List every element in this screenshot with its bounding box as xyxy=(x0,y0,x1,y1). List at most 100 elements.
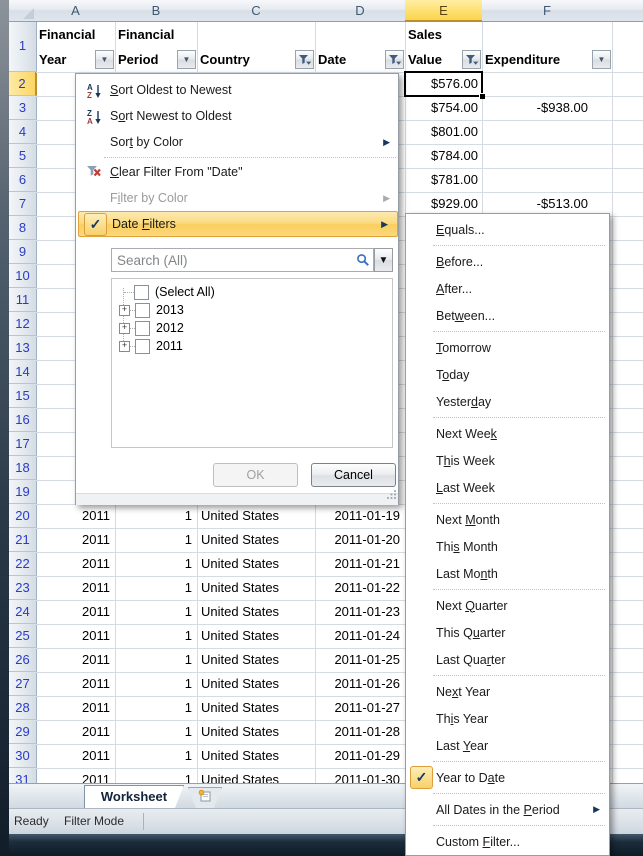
cell-C28[interactable]: United States xyxy=(201,696,311,720)
cell-B30[interactable]: 1 xyxy=(117,744,192,768)
cell-A23[interactable]: 2011 xyxy=(38,576,110,600)
cell-A24[interactable]: 2011 xyxy=(38,600,110,624)
cell-B27[interactable]: 1 xyxy=(117,672,192,696)
cell-D31[interactable]: 2011-01-30 xyxy=(317,768,400,783)
submenu-item-next-week[interactable]: Next Week xyxy=(407,420,609,447)
row-header-27[interactable]: 27 xyxy=(9,672,37,696)
submenu-item-next-year[interactable]: Next Year xyxy=(407,678,609,705)
menu-item-clear-filter-from-date[interactable]: Clear Filter From "Date" xyxy=(77,159,399,185)
cell-D23[interactable]: 2011-01-22 xyxy=(317,576,400,600)
cell-B22[interactable]: 1 xyxy=(117,552,192,576)
row-header-21[interactable]: 21 xyxy=(9,528,37,552)
cell-C24[interactable]: United States xyxy=(201,600,311,624)
row-header-19[interactable]: 19 xyxy=(9,480,37,504)
tree-expand-icon[interactable]: + xyxy=(119,341,130,352)
submenu-item-last-month[interactable]: Last Month xyxy=(407,560,609,587)
menu-item-sort-by-color[interactable]: Sort by Color▶ xyxy=(77,129,399,155)
submenu-item-year-to-date[interactable]: ✓Year to Date xyxy=(407,764,609,791)
cell-D26[interactable]: 2011-01-25 xyxy=(317,648,400,672)
row-header-6[interactable]: 6 xyxy=(9,168,37,192)
cell-A25[interactable]: 2011 xyxy=(38,624,110,648)
menu-resize-strip[interactable] xyxy=(76,493,398,505)
submenu-item-this-month[interactable]: This Month xyxy=(407,533,609,560)
cell-C27[interactable]: United States xyxy=(201,672,311,696)
row-header-31[interactable]: 31 xyxy=(9,768,37,783)
filter-button-expenditure[interactable]: ▼ xyxy=(592,50,611,69)
cell-E6[interactable]: $781.00 xyxy=(407,168,478,192)
row-header-3[interactable]: 3 xyxy=(9,96,37,120)
submenu-item-after[interactable]: After... xyxy=(407,275,609,302)
cell-C22[interactable]: United States xyxy=(201,552,311,576)
submenu-item-last-year[interactable]: Last Year xyxy=(407,732,609,759)
filter-button-value[interactable] xyxy=(462,50,481,69)
cell-D29[interactable]: 2011-01-28 xyxy=(317,720,400,744)
checkbox-2011[interactable] xyxy=(135,339,150,354)
cell-D27[interactable]: 2011-01-26 xyxy=(317,672,400,696)
row-header-20[interactable]: 20 xyxy=(9,504,37,528)
row-header-8[interactable]: 8 xyxy=(9,216,37,240)
cell-D22[interactable]: 2011-01-21 xyxy=(317,552,400,576)
row-header-25[interactable]: 25 xyxy=(9,624,37,648)
cell-A21[interactable]: 2011 xyxy=(38,528,110,552)
filter-button-year[interactable]: ▼ xyxy=(95,50,114,69)
cell-D24[interactable]: 2011-01-23 xyxy=(317,600,400,624)
submenu-item-next-quarter[interactable]: Next Quarter xyxy=(407,592,609,619)
submenu-item-tomorrow[interactable]: Tomorrow xyxy=(407,334,609,361)
search-dropdown-button[interactable]: ▼ xyxy=(374,248,393,272)
cell-B24[interactable]: 1 xyxy=(117,600,192,624)
select-all-corner[interactable] xyxy=(9,0,37,22)
cell-E3[interactable]: $754.00 xyxy=(407,96,478,120)
row-header-15[interactable]: 15 xyxy=(9,384,37,408)
row-header-7[interactable]: 7 xyxy=(9,192,37,216)
cell-C20[interactable]: United States xyxy=(201,504,311,528)
cell-A28[interactable]: 2011 xyxy=(38,696,110,720)
cancel-button[interactable]: Cancel xyxy=(311,463,396,487)
cell-A31[interactable]: 2011 xyxy=(38,768,110,783)
row-header-29[interactable]: 29 xyxy=(9,720,37,744)
cell-D20[interactable]: 2011-01-19 xyxy=(317,504,400,528)
row-header-28[interactable]: 28 xyxy=(9,696,37,720)
column-header-A[interactable]: A xyxy=(36,0,116,22)
filter-button-country[interactable] xyxy=(295,50,314,69)
row-header-14[interactable]: 14 xyxy=(9,360,37,384)
cell-B21[interactable]: 1 xyxy=(117,528,192,552)
submenu-item-all-dates-in-the-period[interactable]: All Dates in the Period▶ xyxy=(407,796,609,823)
ok-button[interactable]: OK xyxy=(213,463,298,487)
cell-B26[interactable]: 1 xyxy=(117,648,192,672)
submenu-item-next-month[interactable]: Next Month xyxy=(407,506,609,533)
row-header-22[interactable]: 22 xyxy=(9,552,37,576)
submenu-item-last-week[interactable]: Last Week xyxy=(407,474,609,501)
cell-C26[interactable]: United States xyxy=(201,648,311,672)
active-cell-E2[interactable] xyxy=(404,71,483,97)
cell-A29[interactable]: 2011 xyxy=(38,720,110,744)
menu-item-date-filters[interactable]: ✓Date Filters▶ xyxy=(78,211,398,237)
menu-item-filter-by-color[interactable]: Filter by Color▶ xyxy=(77,185,399,211)
row-header-1[interactable]: 1 xyxy=(9,22,37,72)
submenu-item-last-quarter[interactable]: Last Quarter xyxy=(407,646,609,673)
row-header-12[interactable]: 12 xyxy=(9,312,37,336)
cell-B29[interactable]: 1 xyxy=(117,720,192,744)
column-header-B[interactable]: B xyxy=(115,0,198,22)
cell-E4[interactable]: $801.00 xyxy=(407,120,478,144)
tree-expand-icon[interactable]: + xyxy=(119,323,130,334)
submenu-item-today[interactable]: Today xyxy=(407,361,609,388)
row-header-18[interactable]: 18 xyxy=(9,456,37,480)
filter-button-period[interactable]: ▼ xyxy=(177,50,196,69)
column-header-E[interactable]: E xyxy=(405,0,483,22)
cell-D28[interactable]: 2011-01-27 xyxy=(317,696,400,720)
cell-C29[interactable]: United States xyxy=(201,720,311,744)
cell-C25[interactable]: United States xyxy=(201,624,311,648)
cell-B25[interactable]: 1 xyxy=(117,624,192,648)
submenu-item-before[interactable]: Before... xyxy=(407,248,609,275)
tree-item-2013[interactable]: +2013 xyxy=(112,301,390,319)
cell-F3[interactable]: -$938.00 xyxy=(484,96,588,120)
tree-expand-icon[interactable]: + xyxy=(119,305,130,316)
cell-C31[interactable]: United States xyxy=(201,768,311,783)
row-header-11[interactable]: 11 xyxy=(9,288,37,312)
column-header-D[interactable]: D xyxy=(315,0,406,22)
column-header-F[interactable]: F xyxy=(482,0,613,22)
cell-B20[interactable]: 1 xyxy=(117,504,192,528)
submenu-item-this-week[interactable]: This Week xyxy=(407,447,609,474)
cell-D30[interactable]: 2011-01-29 xyxy=(317,744,400,768)
tab-worksheet[interactable]: Worksheet xyxy=(84,785,184,808)
